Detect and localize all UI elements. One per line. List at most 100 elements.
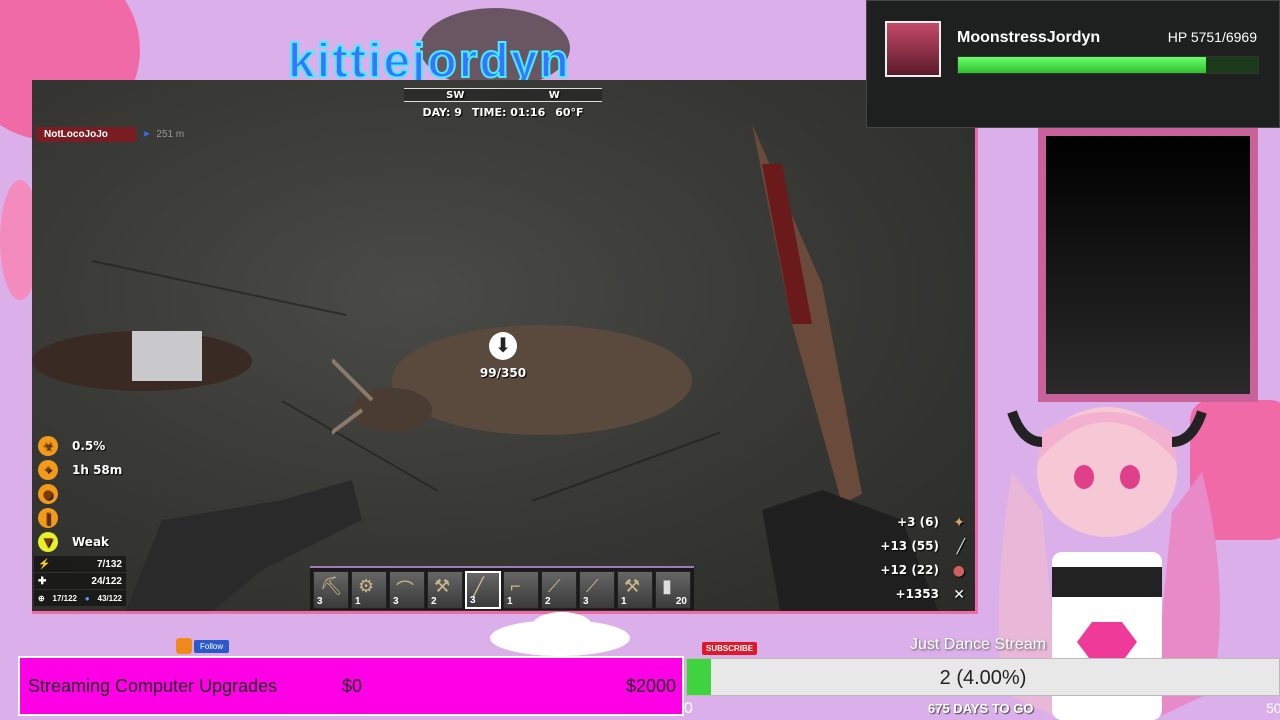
- meat-icon: ●: [952, 563, 965, 579]
- subscribe-badge[interactable]: SUBSCRIBE: [702, 642, 758, 655]
- hp-bar: [957, 56, 1259, 74]
- streamer-avatar: [885, 21, 941, 77]
- goal-title: Streaming Computer Upgrades: [28, 675, 278, 696]
- party-member-distance: 251 m: [156, 129, 185, 140]
- day-label: DAY: 9: [422, 106, 462, 119]
- compass-mark: W: [548, 89, 560, 101]
- hp-bar-fill: [958, 57, 1206, 73]
- sub-goal-end: 50: [1266, 700, 1280, 716]
- world-info: DAY: 9 TIME: 01:16 60°F: [404, 106, 602, 119]
- toolbelt-slot[interactable]: ⟋ 3: [579, 571, 615, 609]
- slot-quantity: 2: [545, 596, 551, 607]
- toolbelt-slot-selected[interactable]: ╱ 3: [465, 571, 501, 609]
- camera-frame: [1038, 128, 1258, 402]
- location-arrow-icon: ➤: [142, 129, 151, 140]
- cat-icon: [176, 638, 192, 654]
- hide-icon: ✦: [953, 515, 965, 531]
- water-value: 43/122: [97, 593, 122, 603]
- block-icon: ▮: [662, 576, 672, 596]
- toolbelt-slot[interactable]: ⛏ 3: [313, 571, 349, 609]
- xp-icon: ✕: [953, 587, 965, 603]
- stream-overlay: kittiejordyn SW W DAY: 9 TIME: 01:16 60°…: [0, 0, 1280, 720]
- harvest-entry: +12 (22) ●: [880, 558, 965, 582]
- loot-target[interactable]: ⬇ 99/350: [478, 332, 528, 380]
- health-cross-icon: ✚: [38, 575, 47, 587]
- slot-quantity: 3: [583, 596, 589, 607]
- ground-crack: [91, 260, 347, 317]
- stat-value: 0.5%: [72, 439, 106, 453]
- armor-icon: ▼: [38, 532, 58, 552]
- party-member: NotLocoJoJo ➤ 251 m: [36, 127, 184, 142]
- bone-icon: ╱: [956, 539, 965, 555]
- stat-value: 1h 58m: [72, 463, 123, 477]
- xp-text: +1353: [895, 587, 939, 601]
- hp-panel-name: MoonstressJordyn: [957, 29, 1101, 46]
- stamina-value: 7/132: [96, 558, 122, 570]
- food-value: 17/122: [52, 593, 77, 603]
- toolbelt-slot[interactable]: ⚒ 2: [427, 571, 463, 609]
- stat-thirst: ●: [38, 482, 148, 506]
- toolbelt: ⛏ 3 ⚙ 1 ⌒ 3 ⚒ 2 ╱ 3 ⌐ 1 ⟋ 2 ⟋ 3 ⚒ 1 ▮ 20: [310, 566, 694, 610]
- slot-quantity: 1: [621, 596, 627, 607]
- food-icon: ‖: [38, 508, 58, 528]
- vital-meters: ⚡ 7/132 ✚ 24/122 ⊕ 17/122 ● 43/122: [34, 556, 126, 607]
- hp-panel: MoonstressJordyn HP 5751/6969: [866, 0, 1280, 128]
- party-member-name: NotLocoJoJo: [36, 127, 136, 142]
- cloud-decoration: [490, 612, 630, 656]
- harvest-feed: +3 (6) ✦ +13 (55) ╱ +12 (22) ● +1353 ✕: [880, 510, 965, 606]
- revolver-icon: ⌐: [510, 576, 521, 596]
- food-water-meter: ⊕ 17/122 ● 43/122: [34, 590, 126, 606]
- shovel-icon: ⚒: [434, 576, 451, 596]
- sub-goal-value: 2 (4.00%): [939, 667, 1027, 689]
- sub-goal-days: 675 DAYS TO GO: [928, 701, 1034, 716]
- bloody-knife: [752, 124, 862, 504]
- zombie-corpse: [32, 331, 252, 391]
- harvest-entry: +3 (6) ✦: [880, 510, 965, 534]
- stat-value: Weak: [72, 535, 110, 549]
- status-effects: ☣ 0.5% ✦ 1h 58m ● ‖ ▼ Weak: [38, 434, 148, 554]
- water-drop-icon: ●: [38, 484, 58, 504]
- channel-logo: kittiejordyn: [288, 34, 571, 80]
- smg-icon: ⟋: [586, 576, 599, 596]
- sub-goal-title: Just Dance Stream: [910, 636, 1047, 653]
- follow-button[interactable]: Follow: [194, 639, 230, 653]
- shotgun-icon: ⟋: [548, 576, 561, 596]
- time-label: TIME: 01:16: [471, 106, 546, 119]
- health-value: 24/122: [91, 575, 122, 587]
- toolbelt-slot[interactable]: ⌐ 1: [503, 571, 539, 609]
- toolbelt-slot[interactable]: ⟋ 2: [541, 571, 577, 609]
- deer-corpse: [332, 325, 692, 435]
- toolbelt-slot[interactable]: ⚒ 1: [617, 571, 653, 609]
- biohazard-icon: ☣: [38, 436, 58, 456]
- pickaxe-icon: ⛏: [320, 576, 343, 596]
- slot-quantity: 3: [470, 595, 476, 606]
- toolbelt-slot[interactable]: ⚙ 1: [351, 571, 387, 609]
- stat-armor: ▼ Weak: [38, 530, 148, 554]
- slot-quantity: 2: [431, 596, 437, 607]
- game-window: SW W DAY: 9 TIME: 01:16 60°F NotLocoJoJo…: [32, 80, 978, 614]
- stat-food: ‖: [38, 506, 148, 530]
- goal-end: $2000: [625, 675, 676, 696]
- hp-value: HP 5751/6969: [1167, 29, 1257, 45]
- food-meter-icon: ⊕: [38, 593, 45, 603]
- donation-goal-bar: Streaming Computer Upgrades $0 $2000: [18, 656, 684, 716]
- wrench-icon: ⚙: [358, 576, 375, 596]
- sub-goal-bar: 2 (4.00%): [686, 658, 1280, 696]
- health-meter: ✚ 24/122: [34, 573, 126, 589]
- hunger-timer-icon: ✦: [38, 460, 58, 480]
- camera-feed: [1046, 136, 1250, 394]
- loot-count: 99/350: [479, 366, 527, 380]
- stat-infection: ☣ 0.5%: [38, 434, 148, 458]
- compass: SW W DAY: 9 TIME: 01:16 60°F: [404, 88, 602, 132]
- toolbelt-slot[interactable]: ⌒ 3: [389, 571, 425, 609]
- xp-entry: +1353 ✕: [880, 582, 965, 606]
- goal-start: $0: [342, 675, 363, 696]
- harvest-entry: +13 (55) ╱: [880, 534, 965, 558]
- stamina-meter: ⚡ 7/132: [34, 556, 126, 572]
- follow-widget[interactable]: Follow: [176, 638, 230, 654]
- toolbelt-slot[interactable]: ▮ 20: [655, 571, 691, 609]
- harvest-text: +3 (6): [897, 515, 939, 529]
- slot-quantity: 3: [393, 596, 399, 607]
- slot-quantity: 1: [355, 596, 361, 607]
- loot-arrow-icon: ⬇: [489, 332, 517, 360]
